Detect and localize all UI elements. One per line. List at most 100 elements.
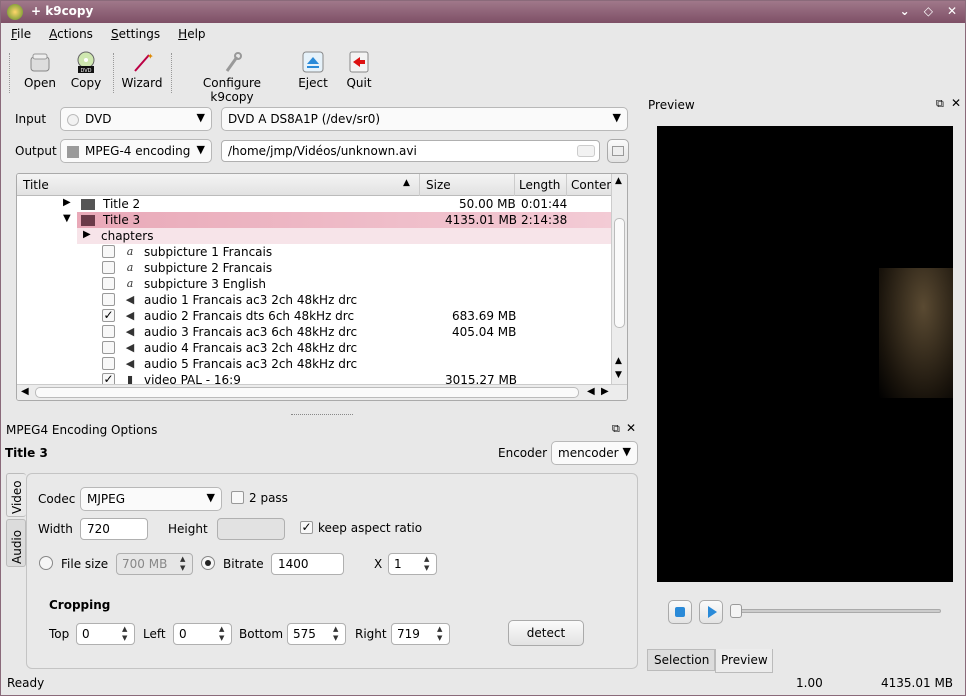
splitter-handle[interactable] — [291, 414, 353, 415]
stop-button[interactable] — [668, 600, 692, 624]
row-checkbox[interactable] — [102, 341, 115, 354]
open-button[interactable]: Open — [23, 51, 57, 90]
row-checkbox[interactable] — [102, 325, 115, 338]
tree-row-audio1[interactable]: ◀ audio 1 Francais ac3 2ch 48kHz drc — [17, 292, 611, 308]
file-size-radio[interactable] — [39, 556, 53, 570]
tree-vertical-scrollbar[interactable]: ▲ ▲ ▼ — [611, 174, 627, 386]
row-checkbox[interactable] — [102, 277, 115, 290]
tree-row-title3[interactable]: ▼ Title 3 4135.01 MB 2:14:38 — [17, 212, 611, 228]
spin-arrows-icon[interactable]: ▲ ▼ — [122, 625, 132, 643]
detect-button[interactable]: detect — [508, 620, 584, 646]
scroll-left-icon[interactable]: ◀ — [21, 386, 29, 397]
seek-handle[interactable] — [730, 604, 742, 618]
tree-row-title2[interactable]: ▶ Title 2 50.00 MB 0:01:44 — [17, 196, 611, 212]
configure-button[interactable]: Configure k9copy — [181, 51, 283, 104]
crop-top-spinbox[interactable]: 0 ▲ ▼ — [76, 623, 135, 645]
bitrate-input[interactable]: 1400 — [271, 553, 344, 575]
width-input[interactable]: 720 — [80, 518, 148, 540]
expand-icon[interactable]: ▶ — [63, 197, 71, 208]
col-length[interactable]: Length — [519, 178, 560, 192]
close-icon[interactable]: ✕ — [626, 421, 636, 435]
row-checkbox[interactable]: ✓ — [102, 309, 115, 322]
clear-icon[interactable] — [577, 145, 595, 157]
tree-row-subpicture1[interactable]: a subpicture 1 Francais — [17, 244, 611, 260]
wizard-button[interactable]: ✦ Wizard — [121, 51, 163, 90]
spin-arrows-icon[interactable]: ▲ ▼ — [180, 555, 190, 573]
scrollbar-thumb[interactable] — [614, 218, 625, 328]
bitrate-value: 1400 — [278, 557, 309, 571]
tree-horizontal-scrollbar[interactable]: ◀ ◀ ▶ — [17, 384, 627, 400]
tab-preview[interactable]: Preview — [715, 649, 773, 673]
crop-top-label: Top — [49, 627, 70, 641]
output-path-input[interactable]: /home/jmp/Vidéos/unknown.avi — [221, 140, 600, 162]
play-button[interactable] — [699, 600, 723, 624]
row-size: 4135.01 MB — [445, 213, 518, 227]
float-icon[interactable]: ⧉ — [612, 422, 620, 436]
spin-arrows-icon[interactable]: ▲ ▼ — [437, 625, 447, 643]
output-type-select[interactable]: MPEG-4 encoding ▼ — [60, 139, 212, 163]
keep-aspect-checkbox[interactable]: ✓ — [300, 521, 313, 534]
col-title[interactable]: Title — [23, 178, 49, 192]
wand-icon: ✦ — [134, 52, 154, 72]
seek-slider[interactable] — [730, 604, 941, 618]
crop-bottom-spinbox[interactable]: 575 ▲ ▼ — [287, 623, 346, 645]
maximize-icon[interactable]: ◇ — [924, 4, 933, 18]
x-spinbox[interactable]: 1 ▲ ▼ — [388, 553, 437, 575]
tree-row-audio3[interactable]: ◀ audio 3 Francais ac3 6ch 48kHz drc 405… — [17, 324, 611, 340]
spin-arrows-icon[interactable]: ▲ ▼ — [219, 625, 229, 643]
tree-row-subpicture3[interactable]: a subpicture 3 English — [17, 276, 611, 292]
input-device-select[interactable]: DVD A DS8A1P (/dev/sr0) ▼ — [221, 107, 628, 131]
crop-right-spinbox[interactable]: 719 ▲ ▼ — [391, 623, 450, 645]
configure-label: Configure k9copy — [202, 76, 262, 104]
close-icon[interactable]: ✕ — [951, 96, 961, 110]
tree-row-audio5[interactable]: ◀ audio 5 Francais ac3 2ch 48kHz drc — [17, 356, 611, 372]
row-checkbox[interactable] — [102, 293, 115, 306]
float-icon[interactable]: ⧉ — [936, 97, 944, 111]
minimize-icon[interactable]: ⌄ — [900, 4, 910, 18]
menu-settings[interactable]: Settings — [101, 23, 168, 45]
scroll-left-icon[interactable]: ◀ — [587, 386, 595, 397]
input-type-select[interactable]: DVD ▼ — [60, 107, 212, 131]
row-checkbox[interactable] — [102, 357, 115, 370]
tab-video[interactable]: Video — [6, 473, 26, 517]
tree-row-subpicture2[interactable]: a subpicture 2 Francais — [17, 260, 611, 276]
film-icon — [67, 145, 79, 158]
tree-row-chapters[interactable]: ▶ chapters — [17, 228, 611, 244]
two-pass-checkbox[interactable] — [231, 491, 244, 504]
tab-audio[interactable]: Audio — [6, 519, 26, 567]
scrollbar-thumb[interactable] — [35, 387, 579, 398]
codec-select[interactable]: MJPEG ▼ — [80, 487, 222, 511]
video-preview — [657, 126, 953, 582]
collapse-icon[interactable]: ▼ — [63, 213, 71, 224]
tab-selection[interactable]: Selection — [647, 649, 715, 671]
expand-icon[interactable]: ▶ — [83, 229, 91, 240]
spin-arrows-icon[interactable]: ▲ ▼ — [424, 555, 434, 573]
tree-row-audio2[interactable]: ✓ ◀ audio 2 Francais dts 6ch 48kHz drc 6… — [17, 308, 611, 324]
scroll-up-icon[interactable]: ▲ — [615, 356, 622, 366]
copy-label: Copy — [70, 76, 102, 90]
menu-help[interactable]: Help — [168, 23, 213, 45]
encoder-select[interactable]: mencoder ▼ — [551, 441, 638, 465]
menu-file[interactable]: File — [1, 23, 39, 45]
copy-button[interactable]: DVD Copy — [69, 51, 103, 90]
spin-arrows-icon[interactable]: ▲ ▼ — [333, 625, 343, 643]
tab-selection-label: Selection — [654, 653, 710, 667]
close-icon[interactable]: ✕ — [947, 4, 957, 18]
col-size[interactable]: Size — [426, 178, 451, 192]
quit-button[interactable]: Quit — [343, 51, 375, 90]
scroll-right-icon[interactable]: ▶ — [601, 386, 609, 397]
height-input[interactable] — [217, 518, 285, 540]
tree-row-audio4[interactable]: ◀ audio 4 Francais ac3 2ch 48kHz drc — [17, 340, 611, 356]
row-checkbox[interactable] — [102, 261, 115, 274]
file-size-spinbox[interactable]: 700 MB ▲ ▼ — [116, 553, 193, 575]
menu-actions[interactable]: Actions — [39, 23, 101, 45]
bitrate-radio[interactable] — [201, 556, 215, 570]
scroll-up-icon[interactable]: ▲ — [615, 176, 622, 186]
eject-button[interactable]: Eject — [297, 51, 329, 90]
chevron-down-icon: ▼ — [196, 111, 205, 124]
col-content[interactable]: Conten — [571, 178, 614, 192]
row-checkbox[interactable] — [102, 245, 115, 258]
crop-left-spinbox[interactable]: 0 ▲ ▼ — [173, 623, 232, 645]
browse-button[interactable] — [607, 139, 629, 163]
scroll-down-icon[interactable]: ▼ — [615, 370, 622, 380]
